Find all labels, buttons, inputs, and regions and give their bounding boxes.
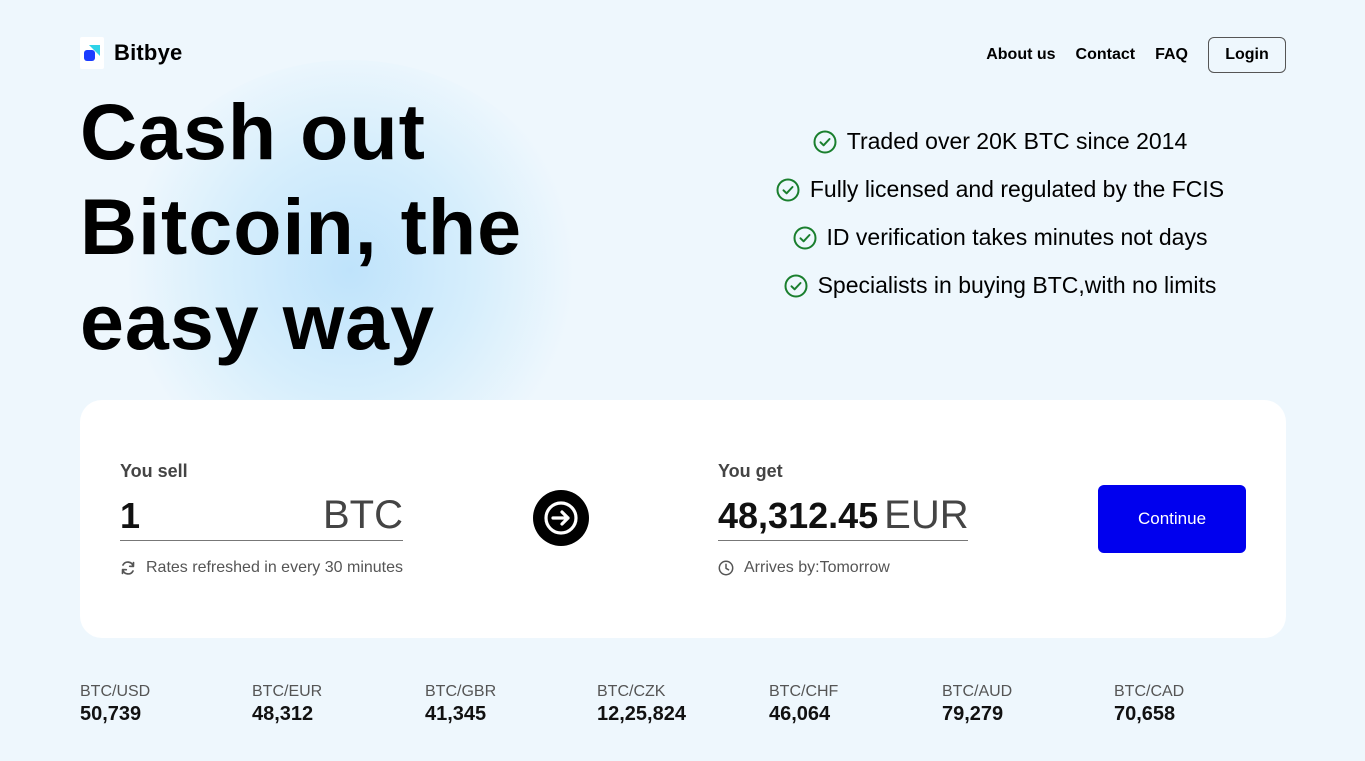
rate-value: 48,312 bbox=[252, 703, 314, 725]
bitbye-logo-icon bbox=[80, 37, 104, 69]
feature-text: Specialists in buying BTC,with no limits bbox=[817, 272, 1217, 298]
nav-contact-link[interactable]: Contact bbox=[1076, 46, 1136, 64]
hero-title-line-3: easy way bbox=[80, 277, 436, 366]
feature-text: Fully licensed and regulated by the FCIS bbox=[809, 176, 1225, 202]
rate-item: BTC/CAD 70,658 bbox=[1114, 683, 1184, 726]
get-amount-value: 48,312.45 bbox=[718, 494, 879, 536]
main-nav: About us Contact FAQ Login bbox=[986, 37, 1286, 73]
brand-name: Bitbye bbox=[114, 40, 183, 65]
feature-list: Traded over 20K BTC since 2014 Fully lic… bbox=[700, 128, 1300, 299]
get-amount-field: 48,312.45 EUR bbox=[718, 491, 969, 541]
rate-pair: BTC/CHF bbox=[769, 683, 839, 700]
swap-arrow-button[interactable] bbox=[533, 490, 589, 546]
feature-text: Traded over 20K BTC since 2014 bbox=[846, 128, 1188, 154]
refresh-icon bbox=[121, 561, 135, 575]
converter-card: You sell 1 BTC Rates refreshed in every … bbox=[80, 400, 1286, 638]
rate-pair: BTC/AUD bbox=[942, 683, 1013, 700]
rates-ticker: BTC/USD 50,739 BTC/EUR 48,312 BTC/GBR 41… bbox=[80, 683, 1286, 733]
hero-title-line-2: Bitcoin, the bbox=[80, 182, 523, 271]
rate-pair: BTC/GBR bbox=[425, 683, 497, 700]
brand[interactable]: Bitbye bbox=[80, 37, 182, 69]
rate-item: BTC/CHF 46,064 bbox=[769, 683, 838, 726]
check-circle-icon bbox=[784, 274, 808, 297]
sell-currency: BTC bbox=[323, 493, 403, 537]
get-currency: EUR bbox=[884, 493, 969, 537]
rate-value: 46,064 bbox=[769, 703, 831, 725]
continue-button[interactable]: Continue bbox=[1098, 485, 1246, 553]
feature-item: ID verification takes minutes not days bbox=[793, 224, 1208, 251]
check-circle-icon bbox=[793, 226, 817, 249]
rate-value: 70,658 bbox=[1114, 703, 1176, 725]
nav-about-us-link[interactable]: About us bbox=[986, 46, 1055, 64]
rate-pair: BTC/CAD bbox=[1114, 683, 1185, 700]
site-header: Bitbye About us Contact FAQ Login bbox=[80, 36, 1286, 74]
rate-item: BTC/CZK 12,25,824 bbox=[597, 683, 686, 726]
rate-item: BTC/EUR 48,312 bbox=[252, 683, 322, 726]
check-circle-icon bbox=[813, 130, 837, 153]
rate-value: 12,25,824 bbox=[597, 703, 686, 725]
rate-item: BTC/USD 50,739 bbox=[80, 683, 150, 726]
check-circle-icon bbox=[776, 178, 800, 201]
sell-label: You sell bbox=[120, 461, 188, 481]
feature-item: Traded over 20K BTC since 2014 bbox=[813, 128, 1188, 155]
feature-text: ID verification takes minutes not days bbox=[826, 224, 1208, 250]
rate-pair: BTC/USD bbox=[80, 683, 151, 700]
clock-icon bbox=[718, 560, 734, 576]
rate-value: 79,279 bbox=[942, 703, 1004, 725]
rate-value: 50,739 bbox=[80, 703, 142, 725]
rate-pair: BTC/CZK bbox=[597, 683, 666, 700]
feature-item: Specialists in buying BTC,with no limits bbox=[784, 272, 1217, 299]
rate-item: BTC/AUD 79,279 bbox=[942, 683, 1012, 726]
arrival-text: Arrives by:Tomorrow bbox=[744, 559, 890, 576]
login-button[interactable]: Login bbox=[1208, 37, 1286, 73]
rates-refresh-note: Rates refreshed in every 30 minutes bbox=[120, 559, 403, 577]
sell-amount-value[interactable]: 1 bbox=[120, 495, 140, 537]
arrow-right-icon bbox=[544, 501, 578, 535]
feature-item: Fully licensed and regulated by the FCIS bbox=[776, 176, 1224, 203]
rates-refresh-text: Rates refreshed in every 30 minutes bbox=[146, 559, 404, 576]
hero-title: Cash out Bitcoin, the easy way bbox=[80, 84, 600, 369]
hero-title-line-1: Cash out bbox=[80, 87, 426, 176]
nav-faq-link[interactable]: FAQ bbox=[1155, 46, 1188, 64]
get-label: You get bbox=[718, 461, 783, 481]
sell-amount-field[interactable]: 1 BTC bbox=[120, 491, 403, 541]
rate-item: BTC/GBR 41,345 bbox=[425, 683, 496, 726]
arrival-note: Arrives by:Tomorrow bbox=[718, 559, 890, 577]
rate-pair: BTC/EUR bbox=[252, 683, 323, 700]
rate-value: 41,345 bbox=[425, 703, 487, 725]
